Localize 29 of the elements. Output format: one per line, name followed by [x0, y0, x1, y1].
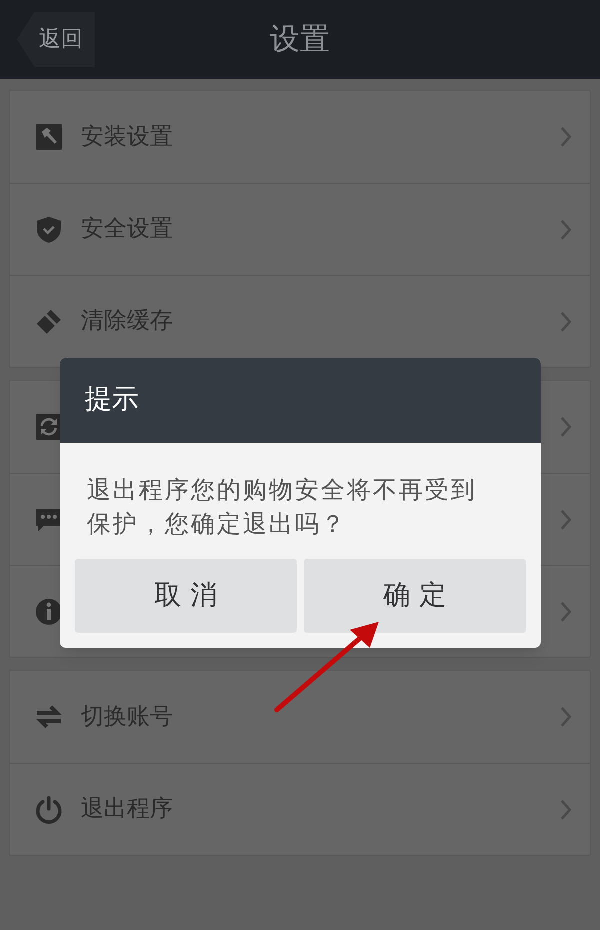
chevron-right-icon: [560, 798, 572, 820]
row-label: 切换账号: [81, 702, 173, 732]
cancel-button[interactable]: 取 消: [75, 559, 297, 633]
settings-row[interactable]: 安全设置: [10, 183, 590, 275]
sync-icon: [35, 413, 63, 441]
power-icon: [35, 796, 63, 824]
back-button[interactable]: 返回: [17, 12, 95, 68]
chevron-right-icon: [560, 508, 572, 530]
dialog-message: 退出程序您的购物安全将不再受到保护，您确定退出吗？: [87, 475, 478, 540]
confirm-button[interactable]: 确 定: [304, 559, 526, 633]
row-label: 退出程序: [81, 795, 173, 824]
swap-arrows-icon: [35, 703, 63, 731]
info-icon: [35, 598, 63, 626]
settings-row[interactable]: 退出程序: [10, 763, 590, 855]
settings-row[interactable]: 切换账号: [10, 671, 590, 763]
page-title: 设置: [270, 21, 330, 59]
chevron-right-icon: [560, 310, 572, 332]
row-label: 清除缓存: [81, 307, 173, 336]
row-label: 安装设置: [81, 122, 173, 152]
hammer-icon: [35, 123, 63, 151]
chevron-right-icon: [560, 416, 572, 438]
row-label: 安全设置: [81, 215, 173, 244]
shield-icon: [35, 216, 63, 244]
dialog-title: 提示: [85, 383, 139, 418]
settings-row[interactable]: 安装设置: [10, 91, 590, 183]
chevron-right-icon: [560, 706, 572, 728]
chevron-right-icon: [560, 126, 572, 148]
chevron-right-icon: [560, 218, 572, 240]
chevron-right-icon: [560, 600, 572, 622]
